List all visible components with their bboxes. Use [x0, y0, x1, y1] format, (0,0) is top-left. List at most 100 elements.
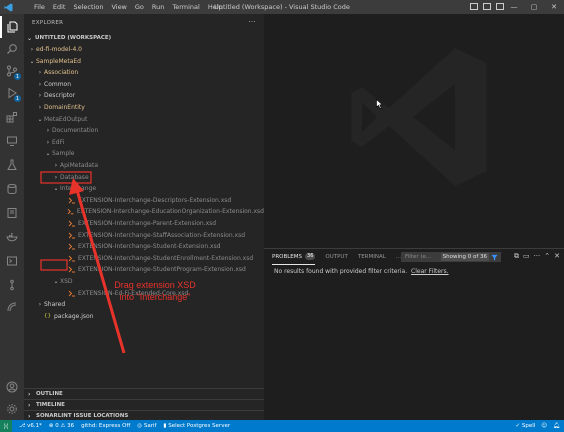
menu-edit[interactable]: Edit	[49, 0, 70, 14]
file-row[interactable]: EXTENSION-Interchange-StudentProgram-Ext…	[24, 264, 264, 275]
close-panel-icon[interactable]: ✕	[554, 252, 560, 261]
database-icon[interactable]	[0, 178, 24, 200]
folder-row[interactable]: › ApiMetadata	[24, 160, 264, 171]
menu-file[interactable]: File	[30, 0, 49, 14]
folder-row[interactable]: ⌄ SampleMetaEd	[24, 56, 264, 67]
menu-help[interactable]: Help	[204, 0, 227, 14]
folder-row[interactable]: › DomainEntity	[24, 102, 264, 113]
sarif-label: Sarif	[143, 423, 157, 429]
layout-icon[interactable]: ▭	[523, 252, 530, 261]
tree-item-label: EXTENSION-Interchange-Parent-Extension.x…	[78, 220, 217, 227]
explorer-more-button[interactable]: ···	[248, 18, 256, 26]
menu-selection[interactable]: Selection	[69, 0, 107, 14]
folder-row[interactable]: › Database	[24, 172, 264, 183]
file-row[interactable]: EXTENSION-Interchange-Student-Extension.…	[24, 241, 264, 252]
folder-row[interactable]: › Descriptor	[24, 90, 264, 101]
clear-filters-link[interactable]: Clear Filters.	[411, 268, 449, 275]
spell-label: Spell	[521, 423, 536, 429]
account-icon[interactable]	[0, 376, 24, 398]
file-row[interactable]: EXTENSION-Interchange-StaffAssociation-E…	[24, 230, 264, 241]
workspace-title: UNTITLED (WORKSPACE)	[35, 35, 112, 41]
menu-run[interactable]: Run	[148, 0, 168, 14]
workspace-section-header[interactable]: ⌄ UNTITLED (WORKSPACE)	[24, 32, 264, 44]
editor-area[interactable]	[264, 14, 564, 248]
folder-row[interactable]: › EdFi	[24, 137, 264, 148]
spell-status-item[interactable]: ✓ Spell	[515, 423, 535, 429]
git-status-item[interactable]: githd: Express Off	[81, 423, 130, 429]
folder-row[interactable]: ⌄ Sample	[24, 148, 264, 159]
xml-file-icon	[68, 232, 75, 239]
filter-funnel-icon[interactable]	[491, 254, 498, 261]
remote-explorer-icon[interactable]	[0, 130, 24, 152]
folder-row[interactable]: › Documentation	[24, 125, 264, 136]
folder-row[interactable]: › Association	[24, 67, 264, 78]
manage-gear-icon[interactable]	[0, 398, 24, 420]
postgres-status-item[interactable]: ▮ Select Postgres Server	[163, 423, 230, 429]
menu-terminal[interactable]: Terminal	[168, 0, 203, 14]
tree-item-label: SampleMetaEd	[36, 57, 81, 65]
extensions-activity-icon[interactable]	[0, 106, 24, 128]
folder-row[interactable]: ⌄ MetaEdOutput	[24, 114, 264, 125]
problems-status-item[interactable]: ⊗ 0 ⚠ 36	[49, 423, 74, 429]
source-control-activity-icon[interactable]: 1	[0, 60, 24, 82]
tab-terminal[interactable]: TERMINAL	[358, 249, 386, 265]
feedback-icon[interactable]: ☺	[541, 423, 547, 429]
minimize-button[interactable]: —	[504, 0, 524, 14]
terminal-icon[interactable]	[0, 250, 24, 272]
close-button[interactable]: ✕	[544, 0, 564, 14]
folder-row[interactable]: › ed-fi-model-4.0	[24, 44, 264, 55]
search-activity-icon[interactable]	[0, 38, 24, 60]
copy-icon[interactable]: ⧉	[514, 252, 519, 261]
file-row[interactable]: EXTENSION-Interchange-EducationOrganizat…	[24, 206, 264, 217]
sarif-status-item[interactable]: ◎ Sarif	[137, 423, 156, 429]
toggle-panel-icon[interactable]	[483, 3, 491, 10]
chevron-right-icon: ›	[38, 301, 42, 309]
tab-problems[interactable]: PROBLEMS 36	[272, 249, 316, 265]
tab-output[interactable]: OUTPUT	[325, 249, 347, 265]
activity-bar: 1 1	[0, 14, 24, 420]
remote-indicator-icon[interactable]: ⟩⟨	[0, 420, 12, 432]
outline-section[interactable]: › OUTLINE	[24, 388, 264, 399]
explorer-activity-icon[interactable]	[0, 16, 24, 38]
menu-go[interactable]: Go	[131, 0, 148, 14]
chevron-right-icon: ›	[54, 173, 58, 181]
explorer-sidebar: EXPLORER ··· ⌄ UNTITLED (WORKSPACE) › ed-…	[24, 14, 264, 420]
folder-row[interactable]: › Common	[24, 79, 264, 90]
tree-item-label: Sample	[52, 150, 75, 158]
toggle-secondary-sidebar-icon[interactable]	[496, 3, 504, 10]
maximize-button[interactable]: ▢	[524, 0, 544, 14]
menu-view[interactable]: View	[107, 0, 130, 14]
testing-flask-icon[interactable]	[0, 154, 24, 176]
file-row[interactable]: EXTENSION-Interchange-StudentEnrollment-…	[24, 253, 264, 264]
notebook-icon[interactable]	[0, 202, 24, 224]
folder-row[interactable]: {} package.json	[24, 311, 264, 322]
timeline-section[interactable]: › TIMELINE	[24, 399, 264, 410]
notifications-bell-icon[interactable]: 🔔︎	[553, 423, 560, 429]
toggle-sidebar-icon[interactable]	[470, 3, 478, 10]
chevron-right-icon: ›	[54, 162, 58, 169]
tree-item-label: Documentation	[52, 127, 99, 135]
explorer-header: EXPLORER ···	[24, 14, 264, 32]
sonarlint-icon[interactable]	[0, 296, 24, 318]
layout-controls	[470, 3, 504, 10]
tree-item-label: EXTENSION-Interchange-Student-Extension.…	[78, 243, 221, 251]
docker-icon[interactable]	[0, 226, 24, 248]
tree-item-label: Interchange	[60, 185, 97, 193]
branch-item[interactable]: ⎇ v6.1*	[19, 423, 42, 429]
chevron-down-icon: ⌄	[27, 34, 33, 42]
problems-filter-input[interactable]: Filter (e... Showing 0 of 36	[401, 252, 501, 262]
tree-item-label: EXTENSION-Interchange-StudentProgram-Ext…	[78, 266, 246, 274]
git-graph-icon[interactable]	[0, 274, 24, 296]
run-debug-activity-icon[interactable]: 1	[0, 82, 24, 104]
vscode-watermark-logo	[351, 48, 487, 186]
postgres-label: Select Postgres Server	[168, 423, 231, 429]
tree-item-label: EdFi	[52, 138, 65, 146]
more-actions-icon[interactable]: ···	[534, 252, 541, 261]
file-row[interactable]: EXTENSION-Interchange-Parent-Extension.x…	[24, 218, 264, 229]
maximize-panel-icon[interactable]: ⌃	[544, 252, 550, 261]
tab-terminal-label: TERMINAL	[357, 254, 386, 260]
folder-row[interactable]: ⌄ Interchange	[24, 183, 264, 194]
tree-item-label: Database	[60, 173, 89, 181]
file-row[interactable]: EXTENSION-Interchange-Descriptors-Extens…	[24, 195, 264, 206]
error-count: 0	[55, 423, 59, 429]
